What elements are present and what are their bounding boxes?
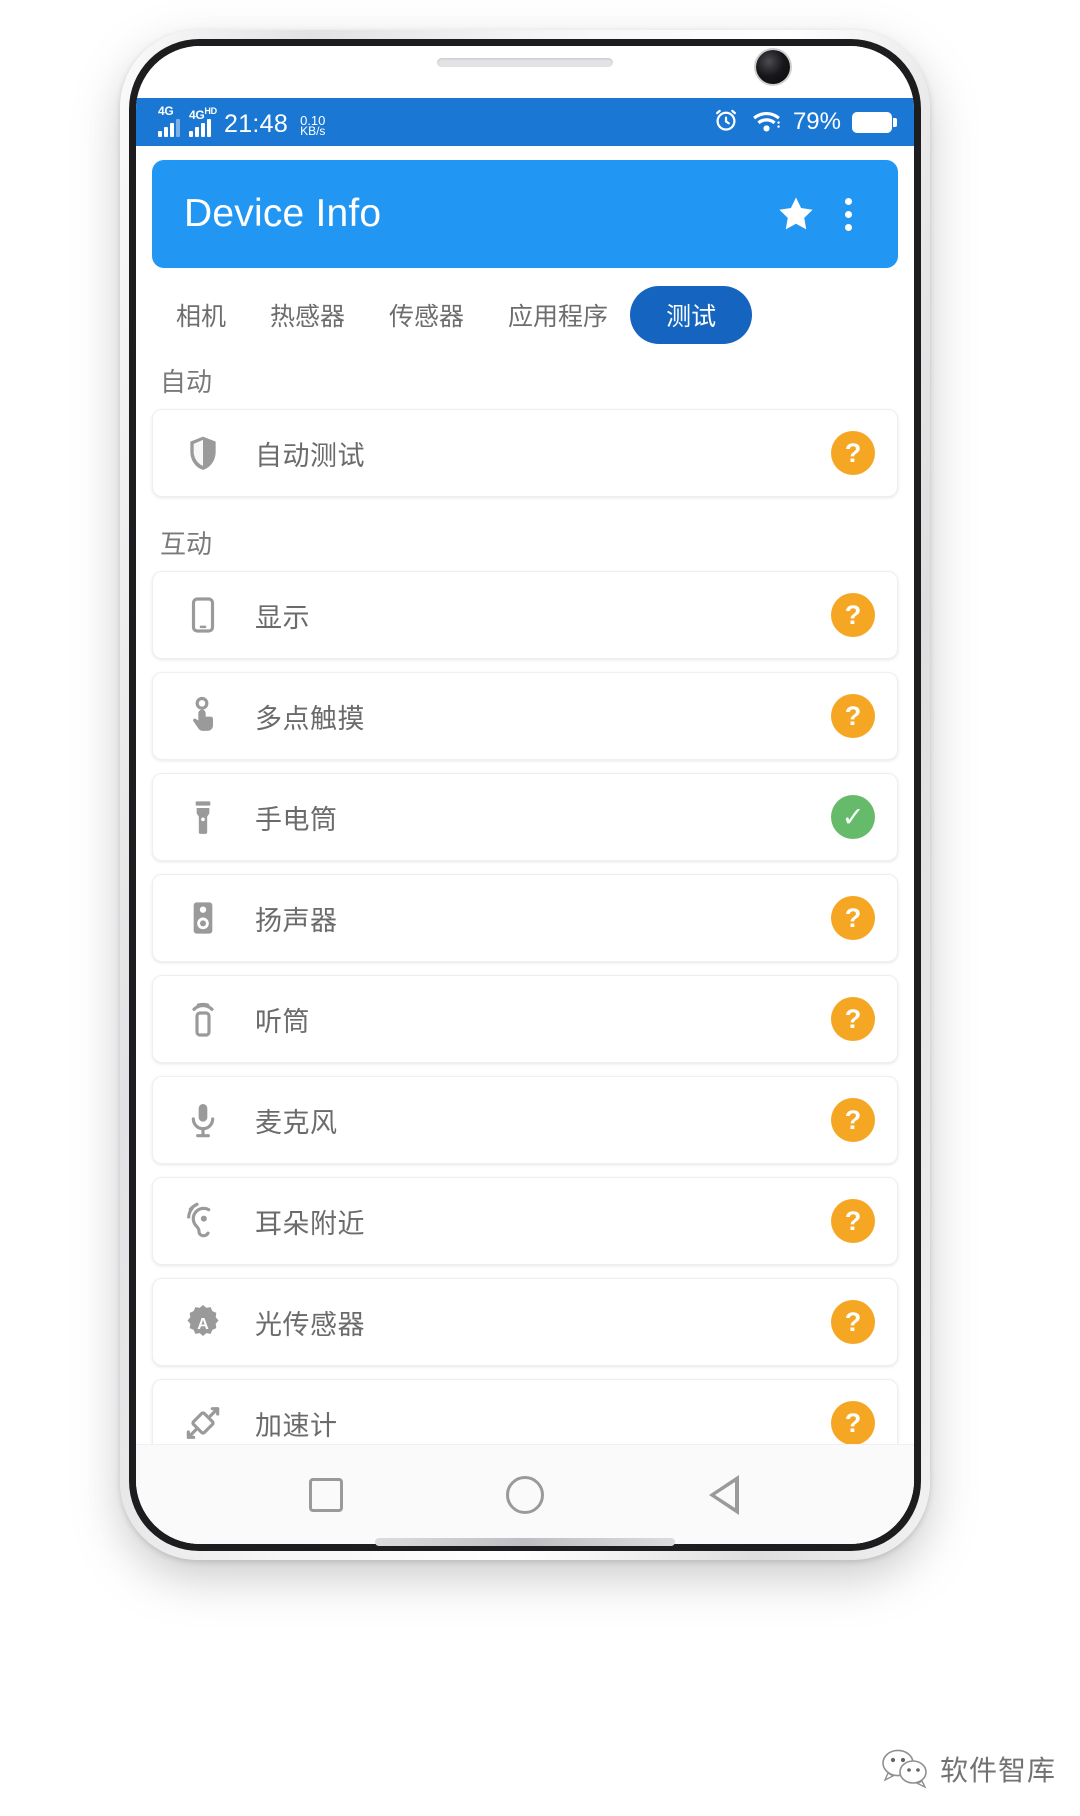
test-item-label: 听筒 [255,1006,310,1037]
status-bar-clock: 21:48 [224,110,289,138]
tab-1[interactable]: 热感器 [248,286,367,344]
test-item-label: 光传感器 [255,1309,365,1340]
signal-1-label: 4G [158,104,174,118]
section-label: 互动 [160,529,213,559]
status-badge[interactable]: ? [831,1300,875,1344]
phone-screen: 4G 4GHD 21:48 0.10 KB/s 79% Device Info … [136,46,914,1544]
wechat-icon [880,1748,930,1790]
test-item-earpiece[interactable]: 听筒? [152,975,898,1063]
test-item-flashlight[interactable]: 手电筒 ✓ [152,773,898,861]
network-speed-unit: KB/s [300,124,326,138]
status-badge[interactable]: ? [831,997,875,1041]
ear-proximity-icon [177,1201,229,1241]
status-badge[interactable]: ? [831,431,875,475]
tab-row: 相机 热感器 传感器 应用程序 测试 [136,282,914,348]
bottom-speaker-grill [375,1538,675,1546]
alarm-clock-icon [712,106,740,139]
status-bar-right: 79% [712,106,897,139]
test-item-label: 麦克风 [255,1107,338,1138]
status-badge[interactable]: ✓ [831,795,875,839]
battery-percent-label: 79% [792,108,841,135]
status-badge[interactable]: ? [831,896,875,940]
touch-finger-icon [177,696,229,736]
app-bar: Device Info [152,160,898,268]
status-badge[interactable]: ? [831,1199,875,1243]
watermark: 软件智库 [880,1748,1056,1790]
test-item-label: 显示 [255,602,310,633]
test-item-light-sensor[interactable]: A 光传感器? [152,1278,898,1366]
test-list[interactable]: 自动 自动测试? 互动 显示? 多点触摸? 手电筒 ✓ 扬声器? 听筒? 麦克风? 耳朵附近? A 光传… [136,348,914,1444]
signal-strength-2-icon: 4GHD [189,106,217,137]
status-badge[interactable]: ? [831,593,875,637]
signal-2-label: 4GHD [189,106,217,122]
test-item-label: 扬声器 [255,905,338,936]
svg-text:A: A [197,1316,209,1333]
signal-strength-1-icon: 4G [158,104,180,137]
circle-home-icon[interactable] [490,1460,560,1530]
front-camera-icon [756,50,790,84]
shield-icon [177,433,229,473]
earpiece-speaker-grill [437,58,613,67]
status-bar: 4G 4GHD 21:48 0.10 KB/s 79% [136,98,914,146]
status-bar-left: 4G 4GHD 21:48 0.10 KB/s [158,104,712,138]
smartphone-icon [177,595,229,635]
accelerometer-icon [177,1403,229,1443]
section-label: 自动 [160,367,213,397]
test-item-speaker[interactable]: 扬声器? [152,874,898,962]
network-speed: 0.10 KB/s [300,114,326,138]
status-badge[interactable]: ? [831,1401,875,1444]
notch-area [136,46,914,98]
test-item-smartphone[interactable]: 显示? [152,571,898,659]
test-item-label: 自动测试 [255,440,365,471]
tab-0[interactable]: 相机 [154,286,248,344]
phone-bezel: 4G 4GHD 21:48 0.10 KB/s 79% Device Info … [129,39,921,1551]
square-recents-icon[interactable] [291,1460,361,1530]
watermark-label: 软件智库 [939,1754,1056,1787]
page-title: Device Info [184,192,382,235]
tab-3[interactable]: 应用程序 [486,286,630,344]
earpiece-icon [177,999,229,1039]
triangle-back-icon[interactable] [689,1460,759,1530]
app-content: Device Info 相机 热感器 传感器 应用程序 测试 自动 自动测试? 互动 显示? 多… [136,146,914,1544]
test-item-ear-proximity[interactable]: 耳朵附近? [152,1177,898,1265]
star-icon[interactable] [768,186,824,242]
android-nav-bar [136,1444,914,1544]
status-badge[interactable]: ? [831,1098,875,1142]
battery-full-icon [852,111,897,133]
more-vertical-icon[interactable] [824,186,872,242]
tab-2[interactable]: 传感器 [367,286,486,344]
test-item-touch-finger[interactable]: 多点触摸? [152,672,898,760]
flashlight-icon [177,797,229,837]
test-item-label: 加速计 [255,1410,338,1441]
speaker-icon [177,898,229,938]
light-sensor-icon: A [177,1302,229,1342]
phone-device-frame: 4G 4GHD 21:48 0.10 KB/s 79% Device Info … [120,30,930,1560]
test-item-shield[interactable]: 自动测试? [152,409,898,497]
microphone-icon [177,1100,229,1140]
test-item-label: 耳朵附近 [255,1208,365,1239]
test-item-label: 手电筒 [255,804,338,835]
tab-4[interactable]: 测试 [630,286,753,344]
test-item-label: 多点触摸 [255,703,365,734]
test-item-accelerometer[interactable]: 加速计? [152,1379,898,1444]
test-item-microphone[interactable]: 麦克风? [152,1076,898,1164]
wifi-icon [751,107,782,138]
status-badge[interactable]: ? [831,694,875,738]
